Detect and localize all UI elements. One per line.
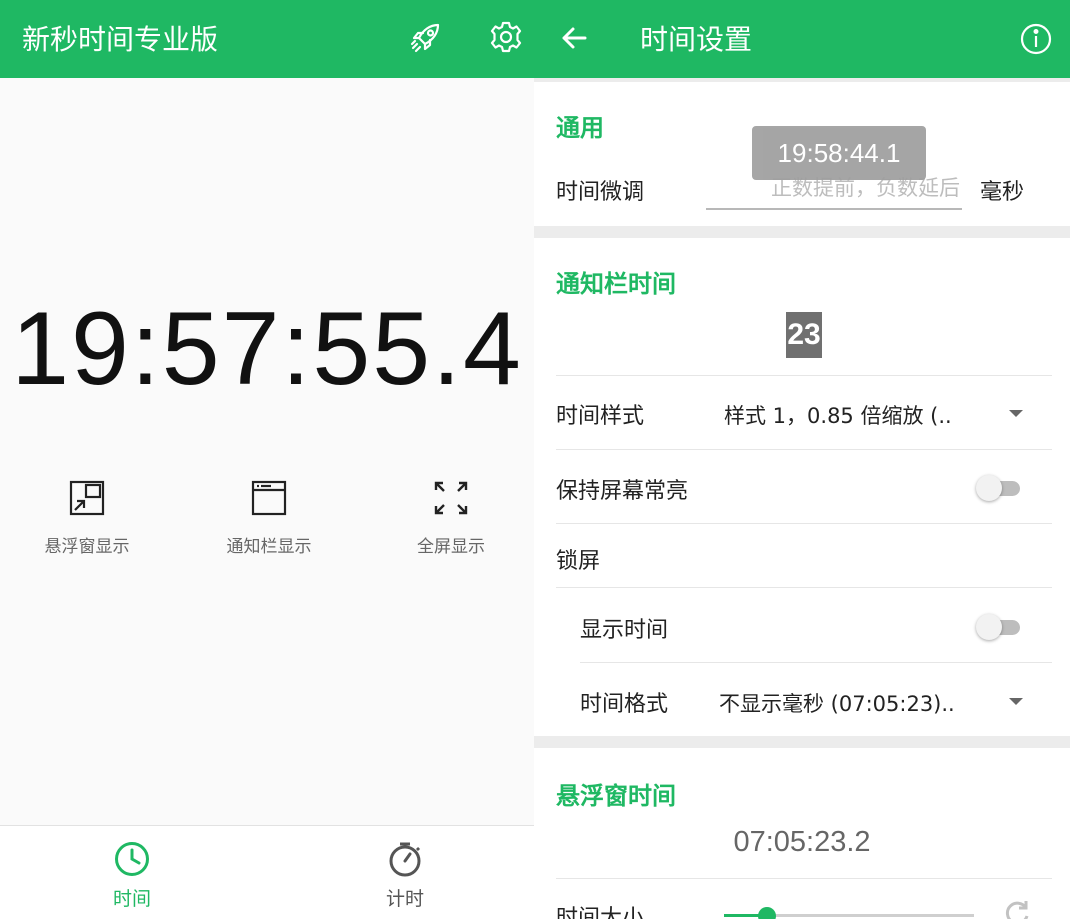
- floating-window-mode-button[interactable]: 悬浮窗显示: [17, 478, 157, 557]
- bottom-navigation: 时间 计时: [0, 825, 534, 919]
- divider: [556, 878, 1052, 879]
- nav-tab-timer-label: 计时: [385, 888, 424, 910]
- gear-icon[interactable]: [486, 17, 526, 57]
- app-title: 新秒时间专业版: [22, 23, 219, 56]
- time-settings-screen: 时间设置 通用 时间微调 毫秒 19:58:44.1 通知栏时间 23 时间样式…: [534, 0, 1070, 919]
- time-screen: 新秒时间专业版 19:57:55.4 悬浮窗显示 通知栏显示 全屏显示 时间 计…: [0, 0, 534, 919]
- show-time-toggle[interactable]: [976, 612, 1028, 642]
- notification-settings-card: 通知栏时间 23 时间样式 样式 1，0.85 倍缩放 (.. 保持屏幕常亮 锁…: [534, 238, 1070, 736]
- fullscreen-icon: [434, 481, 468, 515]
- stopwatch-icon: [389, 842, 421, 877]
- lock-screen-label: 锁屏: [556, 549, 601, 574]
- settings-app-bar: 时间设置: [534, 0, 1070, 78]
- divider: [556, 523, 1052, 524]
- chevron-down-icon: [1009, 410, 1023, 417]
- time-size-label: 时间大小: [556, 906, 645, 919]
- floating-window-mode-label: 悬浮窗显示: [44, 537, 130, 557]
- info-icon[interactable]: [1016, 19, 1056, 59]
- divider: [556, 587, 1052, 588]
- nav-tab-time[interactable]: 时间: [72, 840, 192, 911]
- app-bar: 新秒时间专业版: [0, 0, 534, 78]
- keep-screen-on-label: 保持屏幕常亮: [556, 479, 689, 504]
- notification-bar-mode-button[interactable]: 通知栏显示: [199, 478, 339, 557]
- fullscreen-mode-label: 全屏显示: [417, 537, 485, 557]
- reset-icon[interactable]: [1002, 898, 1032, 919]
- rocket-icon[interactable]: [406, 18, 446, 58]
- floating-time-preview: 07:05:23.2: [733, 826, 871, 858]
- main-clock: 19:57:55.4: [11, 291, 523, 407]
- settings-title: 时间设置: [640, 23, 753, 56]
- time-format-dropdown[interactable]: 不显示毫秒 (07:05:23)..: [719, 688, 955, 718]
- divider: [556, 375, 1052, 376]
- time-style-dropdown[interactable]: 样式 1，0.85 倍缩放 (..: [724, 400, 952, 430]
- divider: [580, 662, 1052, 663]
- divider: [556, 449, 1052, 450]
- fullscreen-mode-button[interactable]: 全屏显示: [381, 478, 521, 557]
- keep-screen-on-toggle[interactable]: [976, 473, 1028, 503]
- chevron-down-icon: [1009, 698, 1023, 705]
- floating-window-settings-card: 悬浮窗时间 07:05:23.2 时间大小: [534, 748, 1070, 919]
- milliseconds-unit: 毫秒: [980, 180, 1025, 205]
- time-format-label: 时间格式: [580, 692, 669, 717]
- nav-tab-timer[interactable]: 计时: [345, 840, 465, 911]
- notification-bar-mode-label: 通知栏显示: [226, 537, 312, 557]
- browser-window-icon: [251, 480, 287, 516]
- section-notification-time: 通知栏时间: [556, 270, 676, 298]
- time-toast: 19:58:44.1: [752, 126, 926, 180]
- show-time-label: 显示时间: [580, 618, 669, 643]
- time-size-slider[interactable]: [724, 906, 974, 919]
- nav-tab-time-label: 时间: [112, 888, 151, 910]
- floating-window-icon: [69, 480, 105, 516]
- section-floating-window-time: 悬浮窗时间: [556, 782, 676, 810]
- section-general: 通用: [556, 114, 604, 142]
- clock-icon: [115, 842, 149, 876]
- back-arrow-icon[interactable]: [554, 18, 594, 58]
- notification-time-preview: 23: [786, 312, 822, 358]
- slider-knob[interactable]: [757, 907, 776, 919]
- time-style-label: 时间样式: [556, 404, 645, 429]
- time-adjust-label: 时间微调: [556, 180, 645, 205]
